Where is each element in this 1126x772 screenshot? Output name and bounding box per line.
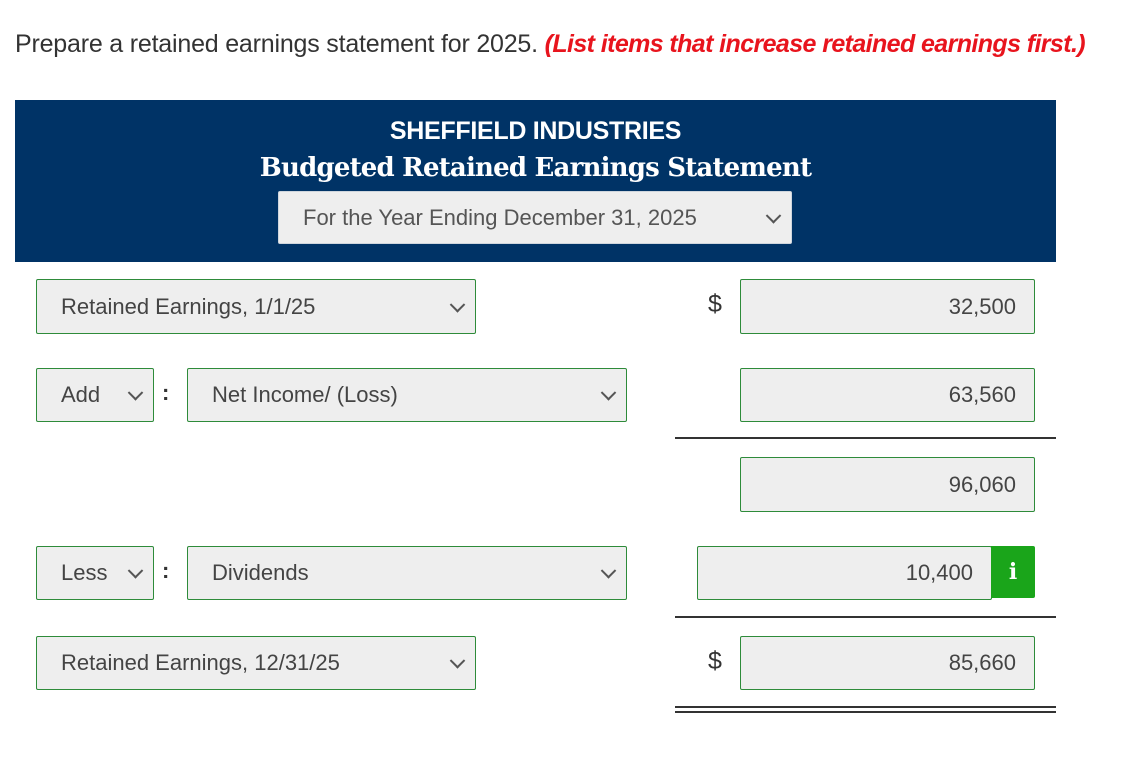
instruction: Prepare a retained earnings statement fo… [15,30,1086,59]
ending-rule [675,616,1056,618]
double-rule-top [675,706,1056,708]
chevron-down-icon [600,563,617,579]
chevron-down-icon [127,563,144,579]
period-select[interactable]: For the Year Ending December 31, 2025 [278,191,792,244]
dollar-sign: $ [708,647,722,675]
period-select-value: For the Year Ending December 31, 2025 [303,204,697,230]
company-name: SHEFFIELD INDUSTRIES [389,117,682,145]
chevron-down-icon [600,385,617,401]
chevron-down-icon [449,296,466,313]
beginning-balance-amount[interactable]: 32,500 [740,279,1035,334]
add-item-amount[interactable]: 63,560 [740,368,1035,422]
instruction-note: (List items that increase retained earni… [544,30,1086,58]
add-operator-value: Add [61,382,101,407]
beginning-balance-select[interactable]: Retained Earnings, 1/1/25 [36,279,476,334]
ending-balance-label: Retained Earnings, 12/31/25 [61,650,340,675]
subtotal-amount[interactable]: 96,060 [740,457,1035,512]
beginning-balance-label: Retained Earnings, 1/1/25 [61,293,316,319]
dollar-sign: $ [708,290,722,318]
statement-header: SHEFFIELD INDUSTRIES Budgeted Retained E… [15,100,1056,262]
separator-colon: : [162,558,170,583]
double-rule-bottom [675,711,1056,713]
chevron-down-icon [449,653,466,669]
add-item-label: Net Income/ (Loss) [212,382,398,407]
less-operator-value: Less [61,560,108,585]
separator-colon: : [162,380,170,405]
add-operator-select[interactable]: Add [36,368,154,422]
less-item-select[interactable]: Dividends [187,546,627,600]
ending-balance-amount[interactable]: 85,660 [740,636,1035,690]
less-item-label: Dividends [212,560,309,585]
statement-title: Budgeted Retained Earnings Statement [259,153,812,183]
instruction-text: Prepare a retained earnings statement fo… [15,30,538,58]
subtotal-rule [675,437,1056,439]
add-item-select[interactable]: Net Income/ (Loss) [187,368,627,422]
chevron-down-icon [127,385,144,401]
less-operator-select[interactable]: Less [36,546,154,600]
ending-balance-select[interactable]: Retained Earnings, 12/31/25 [36,636,476,690]
less-item-amount[interactable]: 10,400 [697,546,992,600]
chevron-down-icon [765,207,782,224]
info-icon[interactable]: i [991,546,1035,598]
